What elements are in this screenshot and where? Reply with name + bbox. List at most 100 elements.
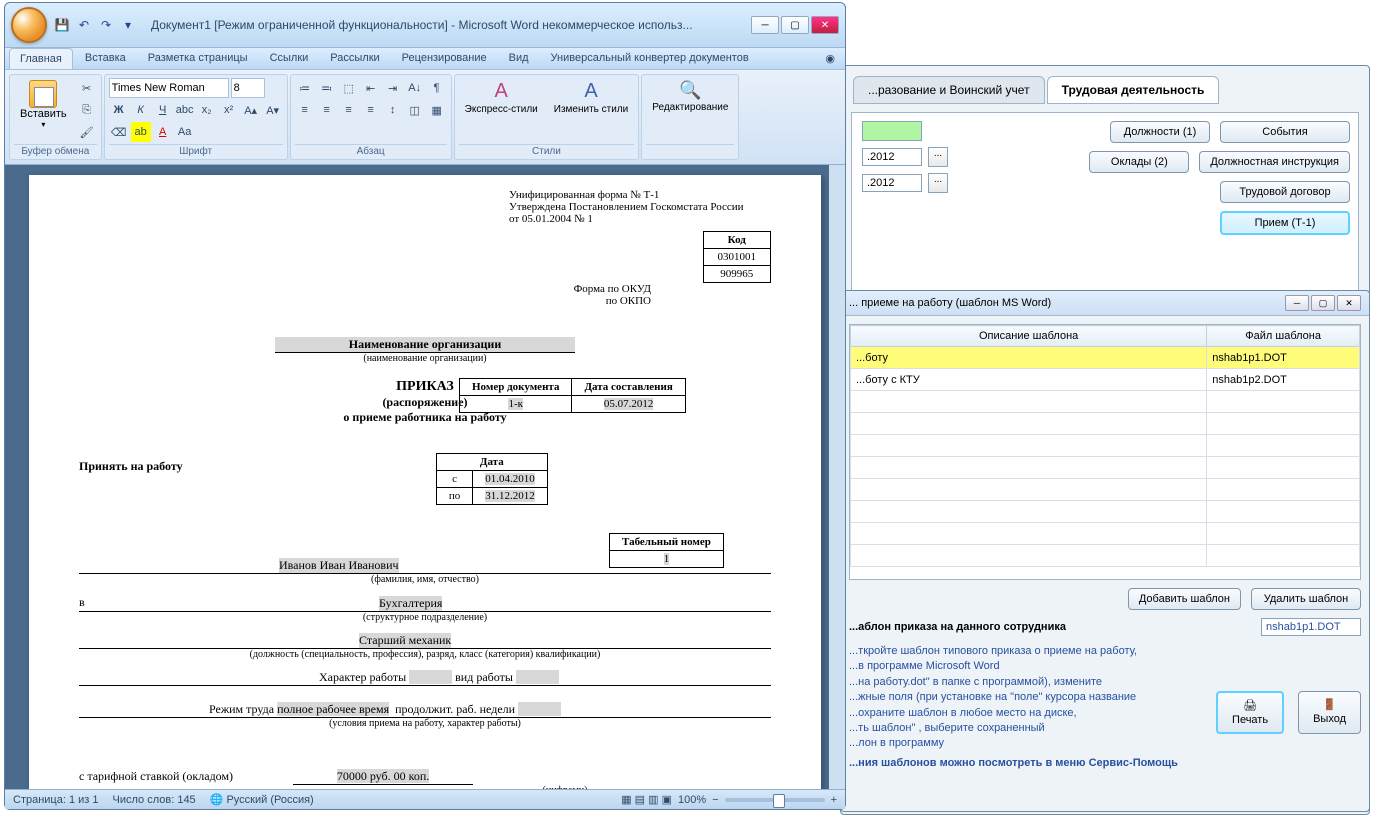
- date-field-2[interactable]: [862, 174, 922, 192]
- change-styles-button[interactable]: AИзменить стили: [548, 78, 634, 117]
- green-field[interactable]: [862, 121, 922, 141]
- document-area[interactable]: Унифицированная форма № Т-1Утверждена По…: [5, 165, 845, 789]
- office-button[interactable]: [11, 7, 47, 43]
- font-size-select[interactable]: [231, 78, 265, 98]
- minimize-icon[interactable]: ─: [751, 16, 779, 34]
- table-row[interactable]: [851, 435, 1360, 457]
- tab-review[interactable]: Рецензирование: [392, 48, 497, 69]
- italic-icon[interactable]: К: [131, 100, 151, 120]
- align-center-icon[interactable]: ≡: [317, 100, 337, 120]
- events-button[interactable]: События: [1220, 121, 1350, 143]
- qat-menu-icon[interactable]: ▾: [119, 16, 137, 34]
- group-paragraph: ≔ ≕ ⬚ ⇤ ⇥ A↓ ¶ ≡ ≡ ≡ ≡ ↕ ◫ ▦ А: [290, 74, 452, 160]
- table-row[interactable]: [851, 457, 1360, 479]
- maximize-icon[interactable]: ▢: [781, 16, 809, 34]
- table-row[interactable]: [851, 545, 1360, 567]
- priem-button[interactable]: Прием (Т-1): [1220, 211, 1350, 235]
- paste-button[interactable]: Вставить▾: [14, 78, 73, 131]
- bullets-icon[interactable]: ≔: [295, 78, 315, 98]
- undo-icon[interactable]: ↶: [75, 16, 93, 34]
- date-field-1[interactable]: [862, 148, 922, 166]
- shrink-font-icon[interactable]: A▾: [263, 100, 283, 120]
- dialog-titlebar: ... приеме на работу (шаблон MS Word) ─ …: [841, 291, 1369, 316]
- status-words[interactable]: Число слов: 145: [113, 794, 196, 806]
- contract-button[interactable]: Трудовой договор: [1220, 181, 1350, 203]
- table-row[interactable]: [851, 479, 1360, 501]
- borders-icon[interactable]: ▦: [427, 100, 447, 120]
- maximize-icon[interactable]: ▢: [1311, 295, 1335, 311]
- font-color-icon[interactable]: A: [153, 122, 173, 142]
- zoom-level[interactable]: 100%: [678, 794, 706, 806]
- superscript-icon[interactable]: x²: [219, 100, 239, 120]
- vertical-scrollbar[interactable]: [829, 165, 845, 789]
- table-row[interactable]: [851, 501, 1360, 523]
- close-icon[interactable]: ✕: [811, 16, 839, 34]
- print-button[interactable]: 🖨Печать: [1216, 691, 1284, 734]
- tab-education[interactable]: ...разование и Воинский учет: [853, 76, 1045, 104]
- positions-button[interactable]: Должности (1): [1110, 121, 1210, 143]
- tab-mail[interactable]: Рассылки: [320, 48, 389, 69]
- tab-home[interactable]: Главная: [9, 48, 73, 69]
- view-icons[interactable]: ▦ ▤ ▥ ▣: [621, 793, 672, 806]
- close-icon[interactable]: ✕: [1337, 295, 1361, 311]
- subscript-icon[interactable]: x₂: [197, 100, 217, 120]
- font-name-select[interactable]: [109, 78, 229, 98]
- date-picker-2[interactable]: ...: [928, 173, 948, 193]
- numbering-icon[interactable]: ≕: [317, 78, 337, 98]
- template-grid[interactable]: Описание шаблонаФайл шаблона ...ботуnsha…: [849, 324, 1361, 580]
- table-row[interactable]: [851, 413, 1360, 435]
- line-spacing-icon[interactable]: ↕: [383, 100, 403, 120]
- tab-employment[interactable]: Трудовая деятельность: [1047, 76, 1220, 104]
- copy-icon[interactable]: ⎘: [77, 100, 97, 120]
- table-row[interactable]: ...боту с КТУnshab1p2.DOT: [851, 369, 1360, 391]
- date-picker-1[interactable]: ...: [928, 147, 948, 167]
- cut-icon[interactable]: ✂: [77, 78, 97, 98]
- status-lang[interactable]: 🌐 Русский (Россия): [210, 793, 314, 806]
- org-name-field[interactable]: Наименование организации: [275, 337, 575, 353]
- col-description[interactable]: Описание шаблона: [851, 326, 1207, 347]
- multilevel-icon[interactable]: ⬚: [339, 78, 359, 98]
- table-row[interactable]: [851, 523, 1360, 545]
- sort-icon[interactable]: A↓: [405, 78, 425, 98]
- table-row[interactable]: ...ботуnshab1p1.DOT: [851, 347, 1360, 369]
- clear-format-icon[interactable]: ⌫: [109, 122, 129, 142]
- zoom-in-icon[interactable]: +: [831, 794, 837, 806]
- underline-icon[interactable]: Ч: [153, 100, 173, 120]
- bold-icon[interactable]: Ж: [109, 100, 129, 120]
- find-button[interactable]: 🔍Редактирование: [646, 78, 734, 115]
- status-page[interactable]: Страница: 1 из 1: [13, 794, 99, 806]
- exit-button[interactable]: 🚪Выход: [1298, 691, 1361, 734]
- tab-insert[interactable]: Вставка: [75, 48, 136, 69]
- show-marks-icon[interactable]: ¶: [427, 78, 447, 98]
- strike-icon[interactable]: abc: [175, 100, 195, 120]
- align-left-icon[interactable]: ≡: [295, 100, 315, 120]
- paste-icon: [29, 80, 57, 108]
- zoom-out-icon[interactable]: −: [712, 794, 718, 806]
- tab-layout[interactable]: Разметка страницы: [138, 48, 258, 69]
- col-file[interactable]: Файл шаблона: [1207, 326, 1360, 347]
- indent-dec-icon[interactable]: ⇤: [361, 78, 381, 98]
- minimize-icon[interactable]: ─: [1285, 295, 1309, 311]
- shading-icon[interactable]: ◫: [405, 100, 425, 120]
- highlight-icon[interactable]: ab: [131, 122, 151, 142]
- add-template-button[interactable]: Добавить шаблон: [1128, 588, 1241, 610]
- zoom-slider[interactable]: [725, 798, 825, 802]
- tab-converter[interactable]: Универсальный конвертер документов: [541, 48, 759, 69]
- redo-icon[interactable]: ↷: [97, 16, 115, 34]
- delete-template-button[interactable]: Удалить шаблон: [1251, 588, 1361, 610]
- align-right-icon[interactable]: ≡: [339, 100, 359, 120]
- save-icon[interactable]: 💾: [53, 16, 71, 34]
- format-painter-icon[interactable]: 🖌: [77, 122, 97, 142]
- jobinstr-button[interactable]: Должностная инструкция: [1199, 151, 1350, 173]
- tab-view[interactable]: Вид: [499, 48, 539, 69]
- salaries-button[interactable]: Оклады (2): [1089, 151, 1189, 173]
- tab-refs[interactable]: Ссылки: [260, 48, 319, 69]
- table-row[interactable]: [851, 391, 1360, 413]
- express-styles-button[interactable]: AЭкспресс-стили: [459, 78, 544, 117]
- help-icon[interactable]: ◉: [819, 48, 841, 69]
- change-case-icon[interactable]: Aa: [175, 122, 195, 142]
- indent-inc-icon[interactable]: ⇥: [383, 78, 403, 98]
- justify-icon[interactable]: ≡: [361, 100, 381, 120]
- template-file-field[interactable]: [1261, 618, 1361, 636]
- grow-font-icon[interactable]: A▴: [241, 100, 261, 120]
